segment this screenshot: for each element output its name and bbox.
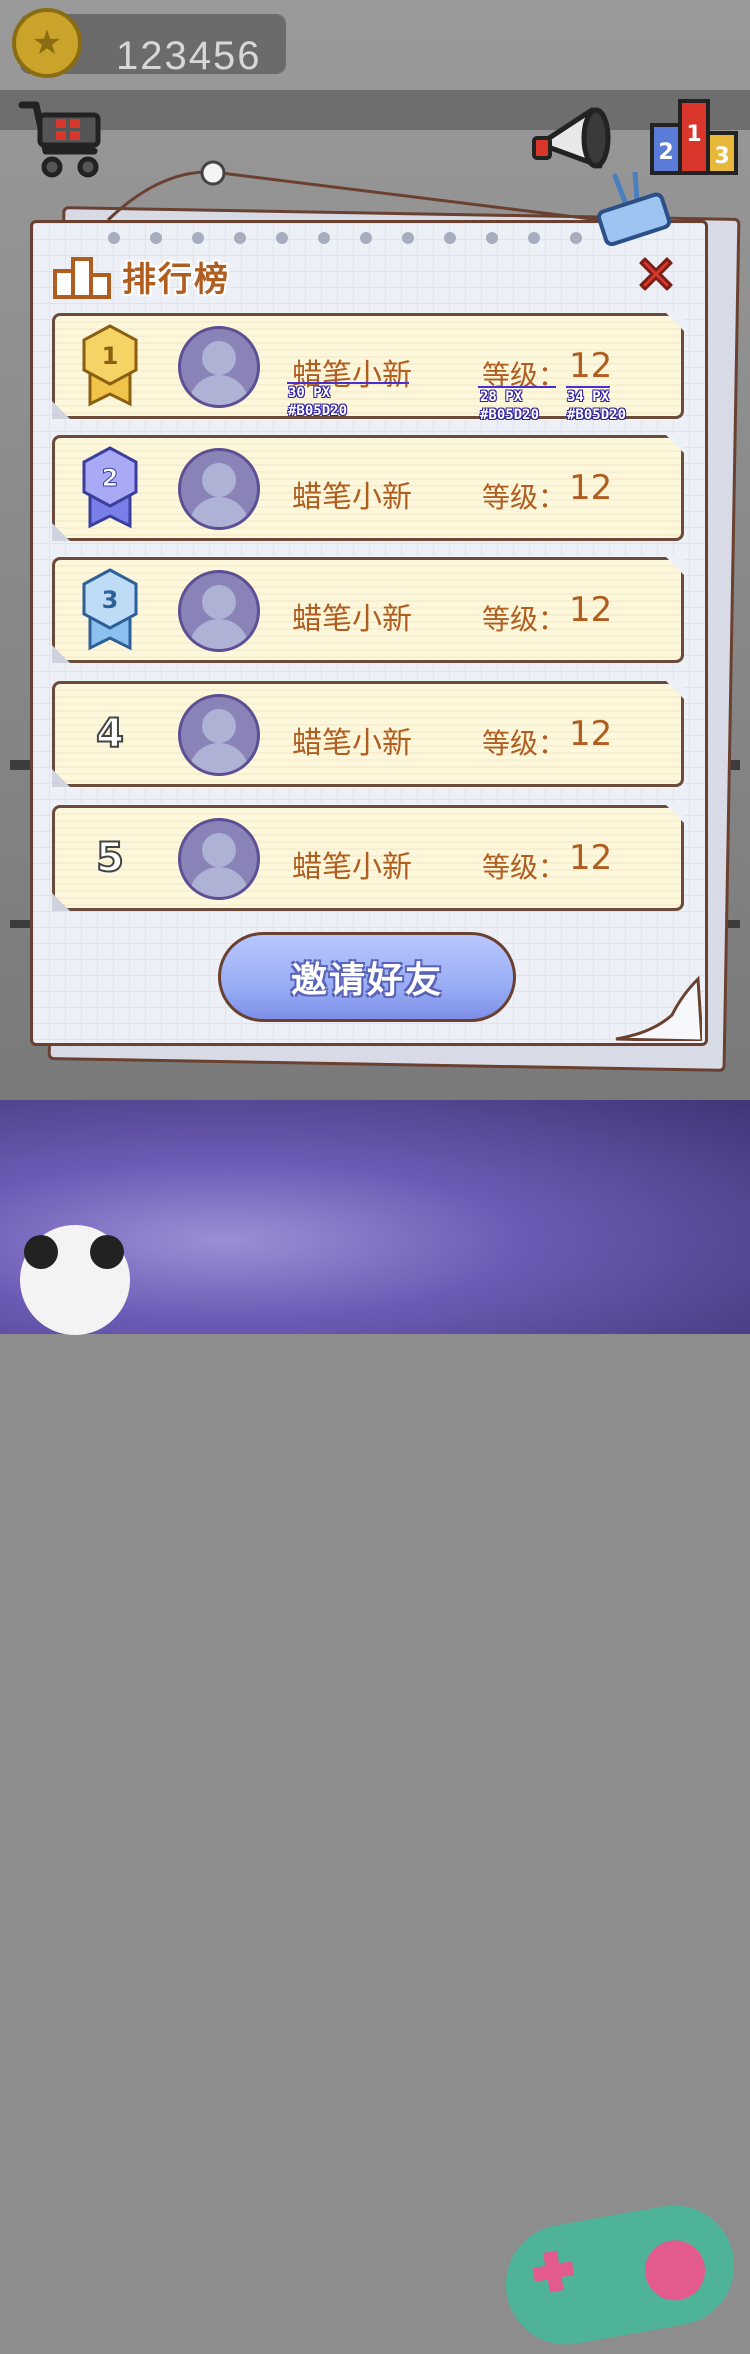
level-label: 等级： — [482, 603, 567, 636]
level-label: 等级： — [482, 727, 567, 760]
level-value: 12 — [569, 468, 613, 508]
megaphone-icon[interactable] — [530, 100, 625, 180]
level-label: 等级： — [482, 481, 567, 514]
notebook-holes — [108, 232, 582, 244]
svg-text:2: 2 — [102, 464, 119, 492]
svg-text:3: 3 — [714, 144, 729, 169]
close-icon — [639, 257, 673, 291]
rank-number: 4 — [95, 710, 125, 758]
player-name: 蜡笔小新 — [292, 480, 412, 515]
rank-number: 5 — [95, 834, 125, 882]
player-name: 蜡笔小新 — [292, 602, 412, 637]
leaderboard-row-3[interactable]: 3 蜡笔小新 等级： 12 — [52, 557, 684, 663]
level-value: 12 — [569, 590, 613, 630]
close-button[interactable] — [635, 253, 677, 295]
gamepad-art — [496, 2195, 744, 2354]
silver-medal-icon: 2 — [75, 446, 145, 530]
level-value: 12 — [569, 346, 613, 386]
star-coin-icon: ★ — [12, 8, 82, 78]
leaderboard-row-4[interactable]: 4 蜡笔小新 等级： 12 — [52, 681, 684, 787]
avatar — [178, 570, 260, 652]
bronze-medal-icon: 3 — [75, 568, 145, 652]
svg-text:3: 3 — [102, 586, 119, 614]
avatar — [178, 694, 260, 776]
player-name: 蜡笔小新 — [292, 850, 412, 885]
avatar — [178, 448, 260, 530]
spec-underline — [287, 382, 409, 384]
shopping-cart-icon[interactable] — [18, 95, 108, 185]
level-label: 等级： — [482, 851, 567, 884]
svg-text:1: 1 — [686, 122, 701, 147]
svg-text:1: 1 — [102, 342, 119, 370]
spec-label-color: #B05D20 — [480, 407, 540, 423]
invite-friends-button[interactable]: 邀请好友 — [218, 932, 516, 1022]
spec-name-color: #B05D20 — [288, 403, 348, 419]
background-shelf — [0, 90, 750, 130]
coin-value: 123456 — [116, 34, 262, 78]
level-label: 等级： — [482, 359, 567, 392]
level-value: 12 — [569, 714, 613, 754]
gold-medal-icon: 1 — [75, 324, 145, 408]
spec-underline — [566, 386, 610, 388]
avatar — [178, 326, 260, 408]
spec-underline — [478, 386, 556, 388]
podium-icon — [53, 256, 111, 299]
panda-art — [20, 1225, 130, 1335]
player-name: 蜡笔小新 — [292, 726, 412, 761]
leaderboard-row-5[interactable]: 5 蜡笔小新 等级： 12 — [52, 805, 684, 911]
binder-clip-icon — [596, 172, 672, 247]
invite-friends-label: 邀请好友 — [290, 960, 443, 1001]
panel-title-text: 排行榜 — [122, 260, 230, 300]
avatar — [178, 818, 260, 900]
spec-name-size: 30 PX — [288, 385, 331, 401]
spec-label-size: 28 PX — [480, 389, 523, 405]
podium-icon[interactable]: 2 1 3 — [648, 95, 740, 177]
level-value: 12 — [569, 838, 613, 878]
leaderboard-row-2[interactable]: 2 蜡笔小新 等级： 12 — [52, 435, 684, 541]
panel-title: 排行榜 — [52, 252, 230, 301]
page-curl — [615, 975, 702, 1041]
spec-level-size: 34 PX — [567, 389, 610, 405]
svg-text:2: 2 — [658, 140, 673, 165]
spec-level-color: #B05D20 — [567, 407, 627, 423]
